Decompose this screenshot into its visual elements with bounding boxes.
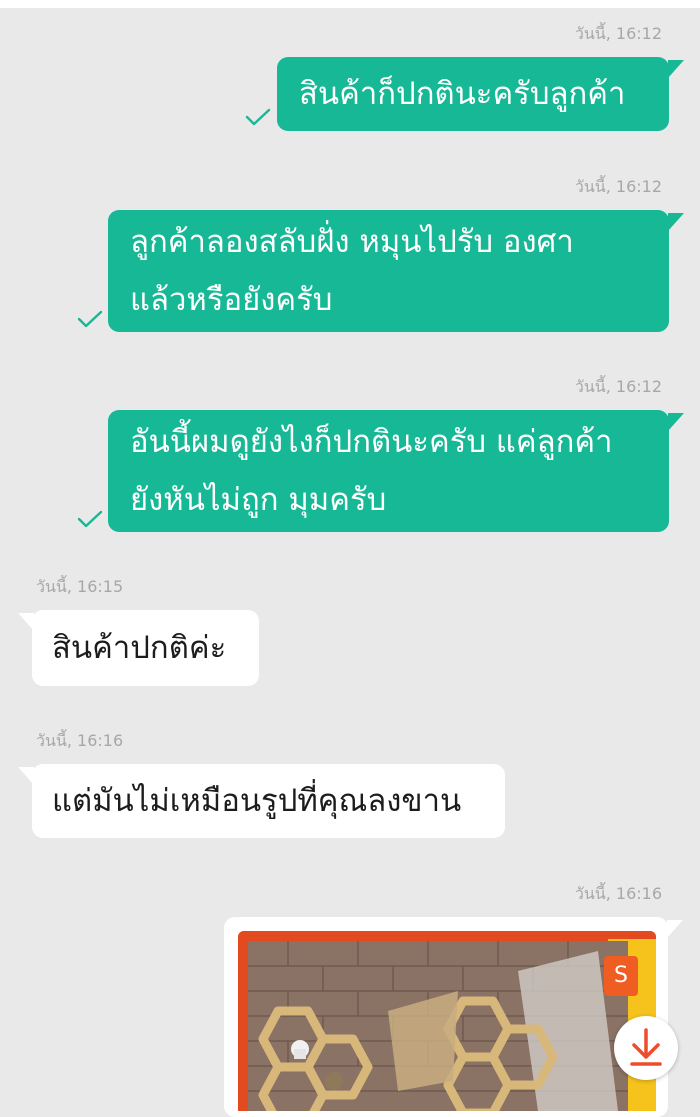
bubble-tail — [668, 213, 684, 231]
message-timestamp: วันนี้, 16:12 — [574, 377, 662, 396]
check-icon — [245, 108, 271, 126]
download-button[interactable] — [614, 1016, 678, 1080]
message-text-line: แล้วหรือยังครับ — [130, 282, 333, 318]
message-text-line: ลูกค้าลองสลับฝั่ง หมุนไปรับ องศา — [130, 224, 574, 260]
incoming-message-bubble[interactable]: สินค้าปกติค่ะ — [32, 610, 259, 686]
outgoing-message-bubble[interactable]: อันนี้ผมดูยังไงก็ปกตินะครับ แค่ลูกค้า ยั… — [108, 410, 669, 532]
check-icon — [77, 510, 103, 528]
bubble-tail — [667, 920, 683, 938]
message-timestamp: วันนี้, 16:12 — [574, 24, 662, 43]
message-text-line: ยังหันไม่ถูก มุมครับ — [130, 482, 387, 518]
outgoing-message-bubble[interactable]: สินค้าก็ปกตินะครับลูกค้า — [277, 57, 669, 131]
incoming-message-bubble[interactable]: แต่มันไม่เหมือนรูปที่คุณลงขาน — [32, 764, 505, 838]
bubble-tail — [668, 60, 684, 78]
message-timestamp: วันนี้, 16:16 — [36, 731, 124, 750]
check-icon — [77, 310, 103, 328]
message-timestamp: วันนี้, 16:16 — [574, 884, 662, 903]
shop-badge-icon: S — [604, 956, 638, 996]
shared-product-photo[interactable] — [238, 931, 656, 1111]
message-text: สินค้าก็ปกตินะครับลูกค้า — [299, 76, 626, 112]
outgoing-message-bubble[interactable]: ลูกค้าลองสลับฝั่ง หมุนไปรับ องศา แล้วหรื… — [108, 210, 669, 332]
message-timestamp: วันนี้, 16:15 — [36, 577, 124, 596]
message-timestamp: วันนี้, 16:12 — [574, 177, 662, 196]
download-icon — [630, 1028, 662, 1066]
message-text: สินค้าปกติค่ะ — [52, 630, 227, 666]
top-edge — [0, 0, 700, 8]
message-text-line: อันนี้ผมดูยังไงก็ปกตินะครับ แค่ลูกค้า — [130, 424, 613, 460]
bubble-tail — [668, 413, 684, 431]
message-text: แต่มันไม่เหมือนรูปที่คุณลงขาน — [52, 783, 462, 819]
